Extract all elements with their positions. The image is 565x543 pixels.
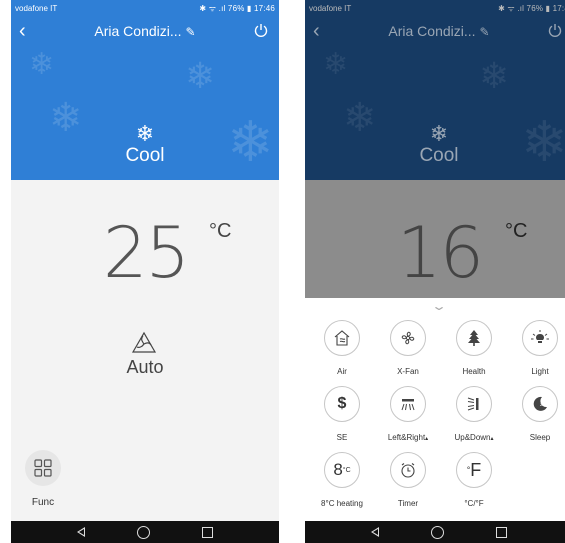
function-left-right[interactable]: Left&Right▴ (378, 386, 438, 442)
nav-home-icon[interactable] (137, 525, 150, 539)
grid-icon (34, 459, 52, 477)
function-8c-heating[interactable]: 8 °C 8°C heating (312, 452, 372, 508)
function-label: Timer (397, 499, 419, 508)
status-bar: vodafone IT ✱ ᯤ .ıl 76% ▮ 17:4 (305, 0, 565, 16)
tree-icon[interactable] (456, 320, 492, 356)
edit-pencil-icon[interactable]: ✎ (186, 25, 196, 39)
mode-label[interactable]: Cool (11, 145, 279, 167)
function-se[interactable]: $ SE (312, 386, 372, 442)
android-nav-bar (305, 521, 565, 543)
nav-home-icon[interactable] (431, 525, 444, 539)
function-label: 8°C heating (321, 499, 363, 508)
function-label: Left&Right▴ (387, 433, 429, 442)
fan-speed-label[interactable]: Auto (11, 357, 279, 378)
temperature-unit: °C (505, 220, 528, 242)
dollar-icon[interactable]: $ (324, 386, 360, 422)
func-label: Func (31, 497, 55, 508)
device-title[interactable]: Aria Condizi... ✎ (11, 23, 279, 39)
func-button[interactable] (25, 450, 61, 486)
function-label: Light (531, 367, 549, 376)
edit-pencil-icon[interactable]: ✎ (480, 25, 490, 39)
swing-left-right-icon[interactable] (390, 386, 426, 422)
fan-icon[interactable] (390, 320, 426, 356)
device-title[interactable]: Aria Condizi... ✎ (305, 23, 565, 39)
device-name: Aria Condizi... (388, 23, 476, 39)
collapse-chevron-icon[interactable]: ⌄ (305, 299, 565, 313)
house-air-icon[interactable] (324, 320, 360, 356)
snowflake-icon: ❄ (429, 121, 449, 146)
snowflake-decoration-icon: ❄ (479, 55, 510, 96)
function-timer[interactable]: Timer (378, 452, 438, 508)
svg-text:z: z (540, 402, 543, 408)
temperature-value[interactable]: 16 (397, 218, 484, 288)
temperature-value[interactable]: 25 (103, 218, 190, 288)
carrier-label: vodafone IT (309, 3, 352, 13)
function-light[interactable]: Light (510, 320, 565, 376)
nav-recents-icon[interactable] (202, 526, 213, 538)
function-air[interactable]: Air (312, 320, 372, 376)
power-button[interactable] (547, 22, 563, 38)
android-nav-bar (11, 521, 279, 543)
function-panel: ⌄ Air X-Fan Health Light $ SE Left&Right… (305, 298, 565, 521)
swing-up-down-icon[interactable] (456, 386, 492, 422)
nav-back-icon[interactable] (77, 527, 85, 537)
device-name: Aria Condizi... (94, 23, 182, 39)
snowflake-decoration-icon: ❄ (323, 48, 349, 81)
status-icons: ✱ ᯤ .ıl 76% ▮ 17:46 (199, 3, 275, 13)
app-top-bar: ‹ Aria Condizi... ✎ (305, 18, 565, 46)
eight-degree-icon[interactable]: 8 °C (324, 452, 360, 488)
function-label: Up&Down▴ (454, 433, 494, 442)
status-bar: vodafone IT ✱ ᯤ .ıl 76% ▮ 17:46 (11, 0, 279, 16)
moon-icon[interactable]: z (522, 386, 558, 422)
app-top-bar: ‹ Aria Condizi... ✎ (11, 18, 279, 46)
snowflake-icon: ❄ (135, 121, 155, 146)
function-label: Air (337, 367, 347, 376)
nav-recents-icon[interactable] (496, 526, 507, 538)
function-label: SE (336, 433, 348, 442)
light-bulb-icon[interactable] (522, 320, 558, 356)
function-label: Sleep (529, 433, 551, 442)
function-label: Health (462, 367, 486, 376)
function-label: °C/°F (464, 499, 484, 508)
carrier-label: vodafone IT (15, 3, 58, 13)
temperature-unit: °C (209, 220, 232, 242)
snowflake-decoration-icon: ❄ (29, 48, 55, 81)
fan-speed-icon[interactable] (131, 330, 157, 354)
alarm-clock-icon[interactable] (390, 452, 426, 488)
power-button[interactable] (253, 22, 269, 38)
function-up-down[interactable]: Up&Down▴ (444, 386, 504, 442)
phone-screen-functions: ❄ ❄ ❄ ❄ vodafone IT ✱ ᯤ .ıl 76% ▮ 17:4 ‹… (305, 0, 565, 543)
status-icons: ✱ ᯤ .ıl 76% ▮ 17:4 (498, 3, 565, 13)
function-c-f[interactable]: ° F °C/°F (444, 452, 504, 508)
nav-back-icon[interactable] (371, 527, 379, 537)
function-health[interactable]: Health (444, 320, 504, 376)
function-x-fan[interactable]: X-Fan (378, 320, 438, 376)
mode-label[interactable]: Cool (305, 145, 565, 167)
function-label: X-Fan (397, 367, 419, 376)
phone-screen-main: ❄ ❄ ❄ ❄ vodafone IT ✱ ᯤ .ıl 76% ▮ 17:46 … (11, 0, 279, 543)
function-sleep[interactable]: z Sleep (510, 386, 565, 442)
fahrenheit-icon[interactable]: ° F (456, 452, 492, 488)
snowflake-decoration-icon: ❄ (185, 55, 216, 96)
